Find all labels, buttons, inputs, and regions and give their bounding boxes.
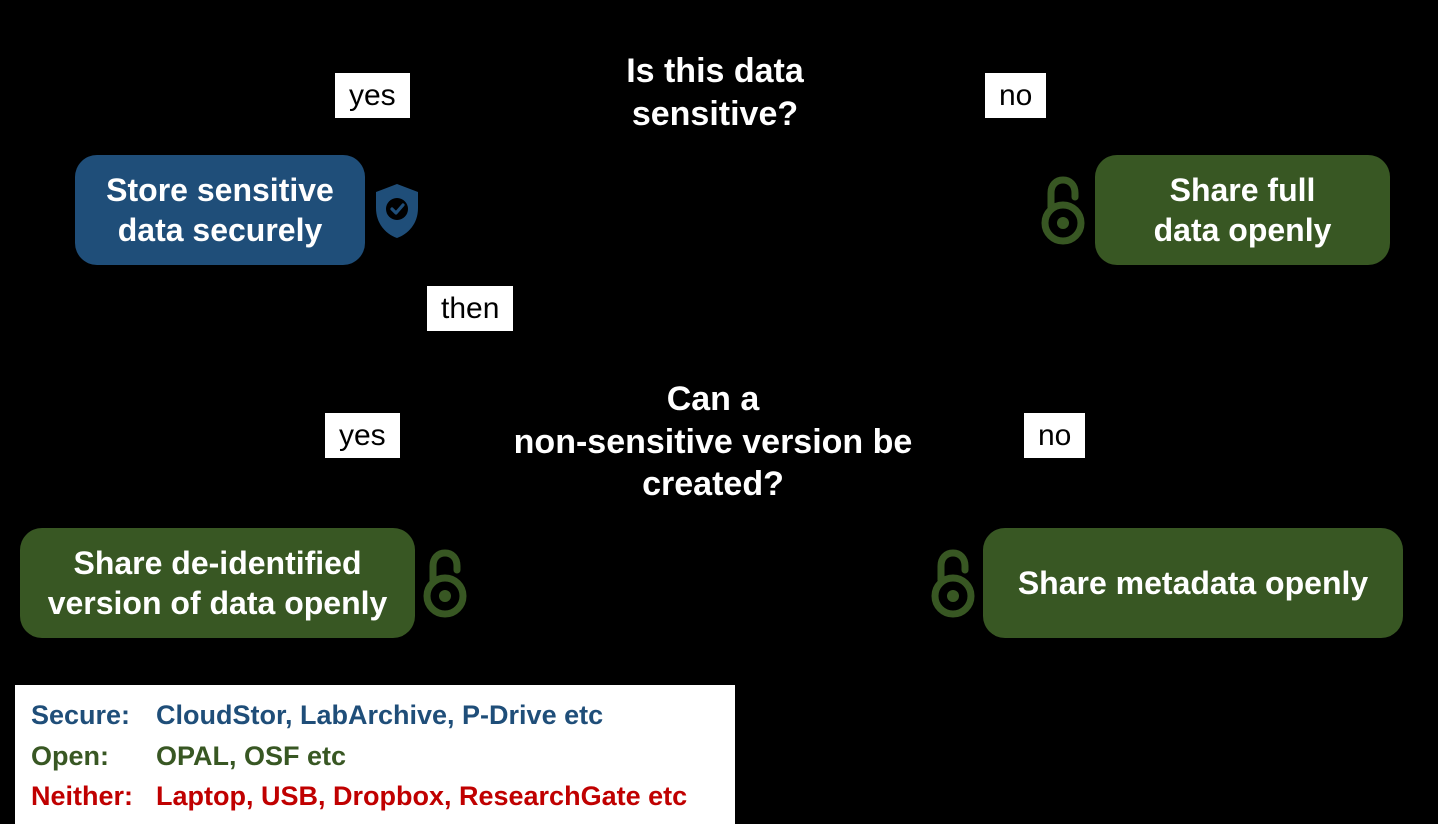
node-share-full: Share fulldata openly xyxy=(1095,155,1390,265)
edge-label-no-1: no xyxy=(985,73,1046,118)
node-share-deidentified: Share de-identifiedversion of data openl… xyxy=(20,528,415,638)
node-store-secure: Store sensitivedata securely xyxy=(75,155,365,265)
decision-question-1: Is this datasensitive? xyxy=(550,50,880,135)
decision-question-2: Can anon-sensitive version becreated? xyxy=(488,378,938,506)
legend-box: Secure: CloudStor, LabArchive, P-Drive e… xyxy=(15,685,735,824)
open-access-icon xyxy=(930,548,976,623)
shield-check-icon xyxy=(372,182,422,245)
legend-open-key: Open: xyxy=(31,736,156,777)
legend-open-value: OPAL, OSF etc xyxy=(156,736,346,777)
edge-label-yes-2: yes xyxy=(325,413,400,458)
edge-label-then: then xyxy=(427,286,513,331)
legend-secure-key: Secure: xyxy=(31,695,156,736)
open-access-icon xyxy=(1040,175,1086,250)
legend-neither-key: Neither: xyxy=(31,776,156,817)
edge-label-yes-1: yes xyxy=(335,73,410,118)
node-share-metadata: Share metadata openly xyxy=(983,528,1403,638)
open-access-icon xyxy=(422,548,468,623)
edge-label-no-2: no xyxy=(1024,413,1085,458)
legend-neither-value: Laptop, USB, Dropbox, ResearchGate etc xyxy=(156,776,687,817)
legend-secure-value: CloudStor, LabArchive, P-Drive etc xyxy=(156,695,603,736)
